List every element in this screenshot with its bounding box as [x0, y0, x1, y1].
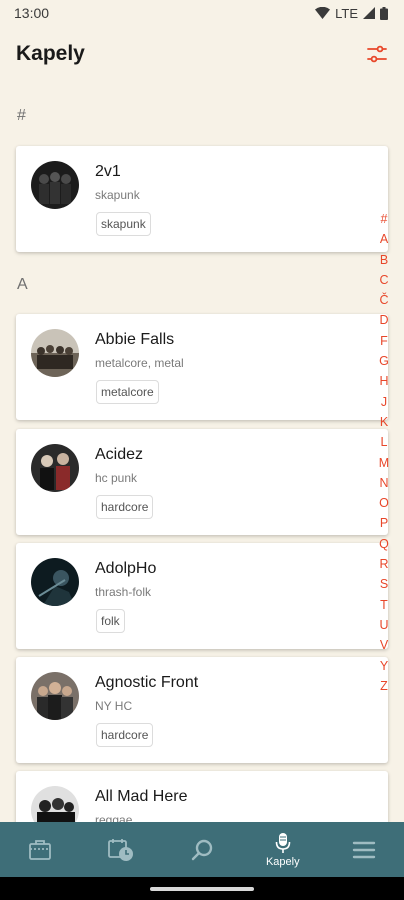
band-genre: NY HC	[95, 699, 133, 713]
wifi-icon	[315, 7, 331, 19]
alphabet-index-letter[interactable]: D	[379, 310, 388, 330]
microphone-icon	[275, 832, 291, 853]
search-icon	[191, 839, 213, 860]
band-name: Acidez	[95, 446, 144, 463]
nav-program[interactable]	[81, 822, 161, 877]
battery-icon	[380, 6, 388, 20]
alphabet-index-letter[interactable]: P	[380, 513, 388, 533]
section-header-a: A	[17, 276, 28, 293]
band-genre: thrash-folk	[95, 585, 152, 599]
nav-bands[interactable]: Kapely	[243, 822, 323, 877]
band-genre: metalcore, metal	[95, 356, 184, 370]
alphabet-index-letter[interactable]: O	[379, 493, 389, 513]
band-card[interactable]: All Mad Here reggae	[16, 771, 388, 822]
band-genre: hc punk	[95, 471, 138, 485]
genre-tag[interactable]: hardcore	[96, 723, 154, 747]
band-genre: skapunk	[95, 188, 140, 202]
system-gesture-bar	[0, 877, 404, 900]
bottom-nav: Kapely	[0, 822, 404, 877]
band-avatar	[31, 786, 79, 822]
band-name: 2v1	[95, 163, 121, 180]
nav-bands-label: Kapely	[265, 855, 300, 868]
band-name: Abbie Falls	[95, 331, 175, 348]
genre-tag[interactable]: metalcore	[96, 380, 159, 404]
signal-icon	[363, 7, 375, 19]
alphabet-index-letter[interactable]: G	[379, 351, 389, 371]
status-bar: 13:00 LTE	[0, 0, 404, 26]
home-indicator[interactable]	[150, 887, 254, 891]
alphabet-index-letter[interactable]: Y	[380, 656, 388, 676]
band-name: AdolpHo	[95, 560, 157, 577]
alphabet-index-letter[interactable]: B	[380, 250, 388, 270]
app-header: Kapely	[0, 38, 404, 70]
alphabet-index-letter[interactable]: F	[380, 331, 388, 351]
nav-menu[interactable]	[324, 822, 404, 877]
nav-tickets[interactable]	[0, 822, 80, 877]
section-header-hash: #	[17, 107, 26, 124]
ticket-icon	[29, 839, 52, 860]
alphabet-index-letter[interactable]: U	[379, 615, 388, 635]
alphabet-index-letter[interactable]: C	[379, 270, 388, 290]
band-avatar	[31, 444, 79, 492]
alphabet-index-letter[interactable]: Z	[380, 676, 388, 696]
alphabet-index-letter[interactable]: M	[379, 453, 389, 473]
alphabet-index-letter[interactable]: #	[381, 209, 388, 229]
alphabet-index-letter[interactable]: N	[379, 473, 388, 493]
filter-button[interactable]	[364, 41, 390, 67]
alphabet-index-letter[interactable]: H	[379, 371, 388, 391]
band-card[interactable]: Abbie Falls metalcore, metal metalcore	[16, 314, 388, 420]
calendar-clock-icon	[108, 838, 134, 861]
genre-tag[interactable]: folk	[96, 609, 125, 633]
alphabet-index-letter[interactable]: S	[380, 574, 388, 594]
band-card[interactable]: AdolpHo thrash-folk folk	[16, 543, 388, 649]
alphabet-index-letter[interactable]: Č	[379, 290, 388, 310]
status-time: 13:00	[14, 5, 50, 21]
band-list[interactable]: 13:00 LTE Kapely # 2v1 skapunk skapunk A…	[0, 0, 404, 822]
band-name: Agnostic Front	[95, 674, 199, 691]
menu-icon	[352, 841, 375, 858]
band-name: All Mad Here	[95, 788, 188, 805]
genre-tag[interactable]: hardcore	[96, 495, 154, 519]
band-avatar	[31, 329, 79, 377]
page-title: Kapely	[16, 42, 85, 65]
band-avatar	[31, 558, 79, 606]
alphabet-index-letter[interactable]: R	[379, 554, 388, 574]
band-genre: reggae	[95, 813, 133, 822]
alphabet-index-letter[interactable]: J	[381, 392, 387, 412]
band-avatar	[31, 161, 79, 209]
band-card[interactable]: Agnostic Front NY HC hardcore	[16, 657, 388, 763]
network-type: LTE	[335, 5, 358, 21]
alphabet-index-letter[interactable]: K	[380, 412, 388, 432]
band-card[interactable]: 2v1 skapunk skapunk	[16, 146, 388, 252]
genre-tag[interactable]: skapunk	[96, 212, 151, 236]
alphabet-index-letter[interactable]: Q	[379, 534, 389, 554]
alphabet-index-letter[interactable]: A	[380, 229, 388, 249]
band-card[interactable]: Acidez hc punk hardcore	[16, 429, 388, 535]
band-avatar	[31, 672, 79, 720]
alphabet-index-letter[interactable]: T	[380, 595, 388, 615]
sliders-icon	[367, 45, 387, 63]
alphabet-index[interactable]: # A B C Č D F G H J K L M N O P Q R S T U V Y Z	[377, 209, 391, 696]
alphabet-index-letter[interactable]: V	[380, 635, 388, 655]
nav-search[interactable]	[162, 822, 242, 877]
alphabet-index-letter[interactable]: L	[381, 432, 388, 452]
